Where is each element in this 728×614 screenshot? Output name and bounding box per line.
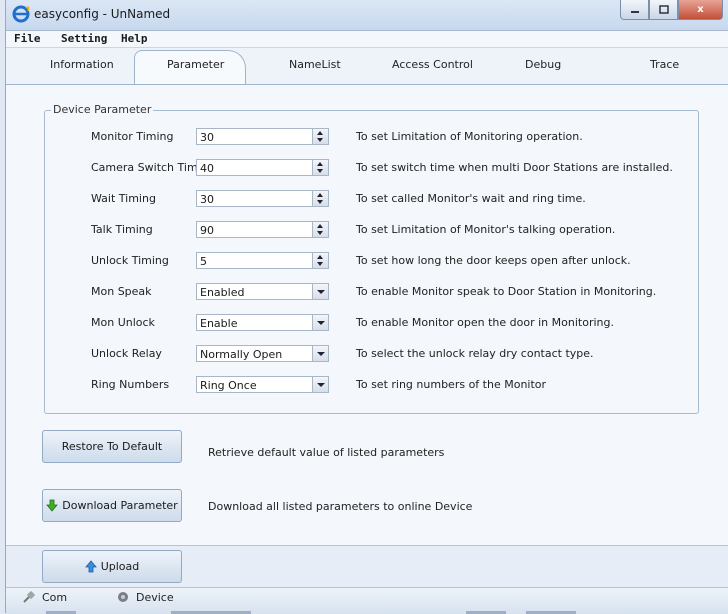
tab-information[interactable]: Information — [50, 58, 114, 71]
camera-switch-timing-input[interactable]: 40 — [196, 159, 329, 176]
param-label: Unlock Timing — [91, 254, 169, 267]
spin-up-icon — [317, 162, 323, 166]
param-label: Ring Numbers — [91, 378, 170, 391]
talk-timing-input[interactable]: 90 — [196, 221, 329, 238]
app-logo-icon — [12, 5, 30, 23]
status-device: Device — [116, 590, 174, 604]
chevron-down-icon — [317, 321, 325, 325]
upload-arrow-icon — [84, 560, 97, 573]
download-parameter-button[interactable]: Download Parameter — [42, 489, 182, 522]
close-button[interactable]: x — [678, 0, 723, 20]
spin-up-icon — [317, 193, 323, 197]
monitor-timing-input[interactable]: 30 — [196, 128, 329, 145]
upload-bar: Upload — [6, 545, 728, 588]
spin-stepper[interactable] — [312, 160, 328, 175]
dropdown-button[interactable] — [312, 346, 328, 361]
param-description: To set switch time when multi Door Stati… — [356, 161, 673, 174]
chevron-down-icon — [317, 383, 325, 387]
group-title: Device Parameter — [51, 103, 154, 116]
dropdown-button[interactable] — [312, 315, 328, 330]
param-description: To enable Monitor open the door in Monit… — [356, 316, 614, 329]
download-description: Download all listed parameters to online… — [208, 500, 473, 513]
unlock-relay-select[interactable]: Normally Open — [196, 345, 329, 362]
param-description: To set called Monitor's wait and ring ti… — [356, 192, 586, 205]
spin-stepper[interactable] — [312, 129, 328, 144]
param-label: Unlock Relay — [91, 347, 162, 360]
minimize-button[interactable] — [620, 0, 649, 20]
dropdown-button[interactable] — [312, 377, 328, 392]
mon-speak-select[interactable]: Enabled — [196, 283, 329, 300]
param-label: Mon Speak — [91, 285, 152, 298]
param-label: Mon Unlock — [91, 316, 155, 329]
download-arrow-icon — [46, 499, 59, 512]
maximize-button[interactable] — [649, 0, 678, 20]
title-bar[interactable]: easyconfig - UnNamed x — [6, 0, 728, 31]
spin-down-icon — [317, 138, 323, 142]
chevron-down-icon — [317, 290, 325, 294]
close-icon: x — [697, 4, 704, 15]
menu-file[interactable]: File — [14, 32, 41, 45]
tab-access-control[interactable]: Access Control — [392, 58, 473, 71]
param-description: To enable Monitor speak to Door Station … — [356, 285, 657, 298]
param-label: Talk Timing — [91, 223, 153, 236]
unlock-timing-input[interactable]: 5 — [196, 252, 329, 269]
param-description: To set Limitation of Monitor's talking o… — [356, 223, 616, 236]
wait-timing-input[interactable]: 30 — [196, 190, 329, 207]
menu-setting[interactable]: Setting — [61, 32, 107, 45]
parameter-panel: Device Parameter Monitor Timing 30 To se… — [6, 84, 728, 546]
param-description: To select the unlock relay dry contact t… — [356, 347, 594, 360]
restore-description: Retrieve default value of listed paramet… — [208, 446, 445, 459]
upload-button[interactable]: Upload — [42, 550, 182, 583]
tab-trace[interactable]: Trace — [650, 58, 679, 71]
menu-bar: File Setting Help — [6, 31, 728, 48]
tab-strip: Information Parameter NameList Access Co… — [6, 48, 728, 85]
minimize-icon — [630, 10, 639, 13]
spin-down-icon — [317, 169, 323, 173]
mon-unlock-select[interactable]: Enable — [196, 314, 329, 331]
device-icon — [118, 592, 128, 602]
tab-namelist[interactable]: NameList — [289, 58, 341, 71]
window-controls: x — [620, 0, 723, 20]
param-label: Monitor Timing — [91, 130, 174, 143]
status-bar: Com Device — [6, 587, 728, 614]
param-description: To set ring numbers of the Monitor — [356, 378, 547, 391]
tab-debug[interactable]: Debug — [525, 58, 561, 71]
param-label: Wait Timing — [91, 192, 156, 205]
tab-parameter[interactable]: Parameter — [167, 58, 224, 71]
window-title: easyconfig - UnNamed — [34, 7, 171, 21]
spin-down-icon — [317, 200, 323, 204]
menu-help[interactable]: Help — [121, 32, 148, 45]
spin-stepper[interactable] — [312, 191, 328, 206]
restore-default-button[interactable]: Restore To Default — [42, 430, 182, 463]
spin-down-icon — [317, 262, 323, 266]
spin-up-icon — [317, 255, 323, 259]
maximize-icon — [658, 4, 669, 14]
spin-up-icon — [317, 131, 323, 135]
spin-up-icon — [317, 224, 323, 228]
spin-stepper[interactable] — [312, 253, 328, 268]
param-description: To set Limitation of Monitoring operatio… — [356, 130, 583, 143]
app-window: easyconfig - UnNamed x File Setting Help… — [5, 0, 728, 614]
chevron-down-icon — [317, 352, 325, 356]
param-description: To set how long the door keeps open afte… — [356, 254, 631, 267]
ring-numbers-select[interactable]: Ring Once — [196, 376, 329, 393]
status-com: Com — [22, 590, 67, 604]
dropdown-button[interactable] — [312, 284, 328, 299]
spin-down-icon — [317, 231, 323, 235]
plug-icon — [23, 591, 35, 603]
spin-stepper[interactable] — [312, 222, 328, 237]
